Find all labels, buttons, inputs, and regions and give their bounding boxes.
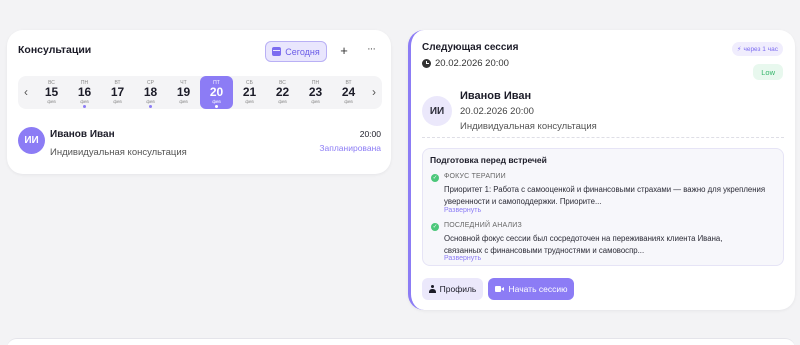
calendar-icon bbox=[272, 47, 282, 56]
today-button[interactable]: Сегодня bbox=[265, 41, 327, 62]
section-text-line: уверенности и самоподдержки. Приорите... bbox=[444, 197, 602, 206]
priority-badge: Low bbox=[753, 64, 783, 80]
day-19[interactable]: ЧТ 19 фев bbox=[167, 76, 200, 109]
add-consultation-button[interactable]: + bbox=[336, 42, 352, 60]
check-icon: ✓ bbox=[431, 223, 439, 231]
day-17[interactable]: ВТ 17 фев bbox=[101, 76, 134, 109]
appointment-time: 20:00 bbox=[359, 129, 381, 139]
next-session-card: Следующая сессия 20.02.2026 20:00 ⚡ чере… bbox=[408, 30, 795, 310]
session-datetime: 20.02.2026 20:00 bbox=[422, 58, 509, 69]
chevron-right-icon[interactable]: › bbox=[368, 84, 380, 100]
lightning-icon: ⚡ bbox=[736, 46, 742, 53]
preparation-title: Подготовка перед встречей bbox=[430, 155, 547, 165]
status-badge[interactable]: Запланирована bbox=[319, 143, 381, 153]
session-datetime-text: 20.02.2026 20:00 bbox=[435, 58, 509, 69]
session-date: 20.02.2026 20:00 bbox=[460, 106, 534, 117]
day-24[interactable]: ВТ 24 фев bbox=[332, 76, 365, 109]
today-label: Сегодня bbox=[285, 46, 320, 57]
day-month: фев bbox=[245, 99, 254, 104]
chevron-left-icon[interactable]: ‹ bbox=[20, 84, 32, 100]
day-18[interactable]: СР 18 фев bbox=[134, 76, 167, 109]
day-month: фев bbox=[311, 99, 320, 104]
event-dot bbox=[83, 105, 86, 108]
day-number: 24 bbox=[341, 85, 356, 99]
day-number: 15 bbox=[44, 85, 59, 99]
preparation-panel: Подготовка перед встречей ✓ ФОКУС ТЕРАПИ… bbox=[422, 148, 784, 266]
date-strip: ‹ ВС 15 фев ПН 16 фев ВТ 17 фев СР 18 фе… bbox=[18, 76, 382, 109]
expand-link[interactable]: Развернуть bbox=[444, 207, 481, 214]
section-label: ПОСЛЕДНИЙ АНАЛИЗ bbox=[444, 222, 522, 229]
start-session-label: Начать сессию bbox=[508, 284, 568, 294]
bottom-panel-edge bbox=[7, 338, 795, 345]
day-month: фев bbox=[278, 99, 287, 104]
event-dot bbox=[149, 105, 152, 108]
day-16[interactable]: ПН 16 фев bbox=[68, 76, 101, 109]
check-icon: ✓ bbox=[431, 174, 439, 182]
clock-icon bbox=[422, 59, 431, 68]
day-month: фев bbox=[47, 99, 56, 104]
day-month: фев bbox=[344, 99, 353, 104]
next-session-title: Следующая сессия bbox=[422, 42, 519, 53]
person-icon bbox=[428, 285, 436, 293]
time-until-text: через 1 час bbox=[743, 45, 778, 53]
start-session-button[interactable]: Начать сессию bbox=[488, 278, 574, 300]
consultations-card: Консультации Сегодня + ··· ‹ ВС 15 фев П… bbox=[7, 30, 391, 174]
day-23[interactable]: ПН 23 фев bbox=[299, 76, 332, 109]
day-21[interactable]: СБ 21 фев bbox=[233, 76, 266, 109]
more-options-button[interactable]: ··· bbox=[363, 41, 379, 59]
section-text-line: связанных с финансовыми трудностями и са… bbox=[444, 246, 645, 255]
consultation-type: Индивидуальная консультация bbox=[50, 147, 187, 158]
day-number: 17 bbox=[110, 85, 125, 99]
day-20-selected[interactable]: ПТ 20 фев bbox=[200, 76, 233, 109]
time-until-badge: ⚡ через 1 час bbox=[731, 42, 783, 56]
day-month: фев bbox=[113, 99, 122, 104]
day-15[interactable]: ВС 15 фев bbox=[35, 76, 68, 109]
day-number: 16 bbox=[77, 85, 92, 99]
day-month: фев bbox=[179, 99, 188, 104]
day-number: 21 bbox=[242, 85, 257, 99]
day-number: 22 bbox=[275, 85, 290, 99]
avatar: ИИ bbox=[18, 127, 45, 154]
consultations-title: Консультации bbox=[18, 44, 92, 56]
day-number: 18 bbox=[143, 85, 158, 99]
day-22[interactable]: ВС 22 фев bbox=[266, 76, 299, 109]
consultation-type: Индивидуальная консультация bbox=[460, 121, 597, 132]
section-label: ФОКУС ТЕРАПИИ bbox=[444, 173, 506, 180]
avatar: ИИ bbox=[422, 96, 452, 126]
section-text-line: Основной фокус сессии был сосредоточен н… bbox=[444, 234, 723, 243]
profile-button[interactable]: Профиль bbox=[422, 278, 483, 300]
profile-label: Профиль bbox=[439, 284, 477, 294]
video-camera-icon bbox=[494, 286, 504, 292]
day-number: 23 bbox=[308, 85, 323, 99]
client-name[interactable]: Иванов Иван bbox=[50, 129, 115, 140]
section-text-line: Приоритет 1: Работа с самооценкой и фина… bbox=[444, 185, 766, 194]
day-number: 19 bbox=[176, 85, 191, 99]
event-dot bbox=[215, 105, 218, 108]
client-name[interactable]: Иванов Иван bbox=[460, 90, 531, 102]
day-number: 20 bbox=[209, 85, 224, 99]
expand-link[interactable]: Развернуть bbox=[444, 255, 481, 262]
divider bbox=[422, 137, 784, 138]
